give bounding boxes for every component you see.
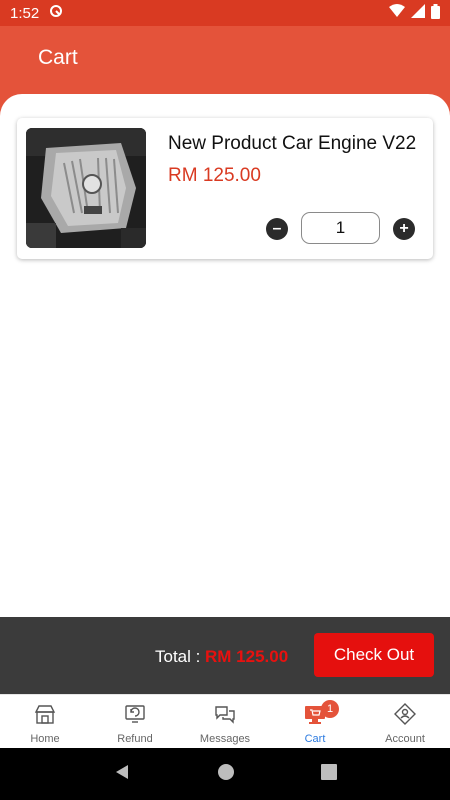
- home-icon[interactable]: [217, 763, 235, 786]
- recents-icon[interactable]: [321, 763, 337, 785]
- account-icon: [394, 703, 416, 725]
- quantity-field[interactable]: 1: [301, 212, 380, 244]
- nav-label-cart: Cart: [304, 733, 326, 745]
- nav-label-home: Home: [30, 733, 60, 745]
- cart-badge: 1: [321, 700, 339, 718]
- page-title: Cart: [38, 46, 78, 69]
- status-bar: 1:52: [0, 0, 450, 26]
- sync-icon: [49, 4, 63, 22]
- wifi-icon: [389, 4, 405, 22]
- bottom-nav: Home Refund Messages 1 Cart Account: [0, 694, 450, 748]
- back-icon[interactable]: [113, 763, 131, 786]
- nav-label-refund: Refund: [117, 733, 153, 745]
- cart-content: New Product Car Engine V22 RM 125.00 – 1…: [0, 94, 450, 617]
- checkout-bar: Total : RM 125.00 Check Out: [0, 617, 450, 694]
- system-nav-bar: [0, 748, 450, 800]
- store-icon: [34, 703, 56, 725]
- signal-icon: [411, 4, 425, 22]
- product-name[interactable]: New Product Car Engine V22: [168, 133, 416, 155]
- minus-icon: –: [272, 220, 282, 237]
- product-price: RM 125.00: [168, 165, 261, 186]
- refund-icon: [124, 703, 146, 725]
- nav-item-refund[interactable]: Refund: [90, 695, 180, 748]
- nav-label-account: Account: [385, 733, 425, 745]
- decrease-quantity-button[interactable]: –: [266, 218, 288, 240]
- nav-item-account[interactable]: Account: [360, 695, 450, 748]
- product-image: [26, 128, 146, 248]
- total-label: Total :: [155, 647, 201, 666]
- battery-icon: [431, 3, 440, 23]
- nav-label-messages: Messages: [199, 733, 251, 745]
- status-time: 1:52: [10, 4, 40, 22]
- cart-item[interactable]: New Product Car Engine V22 RM 125.00 – 1…: [17, 118, 433, 259]
- chat-icon: [214, 703, 236, 725]
- total-value: RM 125.00: [205, 647, 289, 666]
- plus-icon: +: [399, 220, 409, 237]
- nav-item-messages[interactable]: Messages: [180, 695, 270, 748]
- nav-item-home[interactable]: Home: [0, 695, 90, 748]
- nav-item-cart[interactable]: 1 Cart: [270, 695, 360, 748]
- checkout-button[interactable]: Check Out: [314, 633, 434, 677]
- increase-quantity-button[interactable]: +: [393, 218, 415, 240]
